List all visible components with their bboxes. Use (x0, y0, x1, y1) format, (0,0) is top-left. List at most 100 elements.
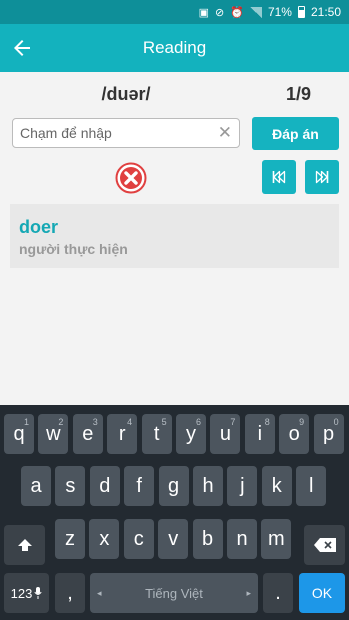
numbers-key-label: 123 (10, 585, 33, 601)
key-label: e (82, 422, 94, 445)
previous-button[interactable] (262, 160, 296, 194)
key-s[interactable]: s (55, 466, 86, 506)
numbers-key[interactable]: 123 (4, 573, 49, 613)
skip-previous-icon (272, 170, 286, 184)
key-label: c (133, 527, 144, 550)
answer-input-box: ✕ (12, 118, 240, 148)
space-left-arrow-icon: ◂ (97, 587, 102, 598)
show-answer-button[interactable]: Đáp án (252, 117, 339, 150)
clock: 21:50 (310, 5, 341, 19)
page-title: Reading (142, 38, 207, 57)
key-label: y (186, 422, 196, 445)
space-right-arrow-icon: ▸ (246, 587, 251, 598)
battery-icon (297, 6, 305, 18)
question-counter: 1/9 (285, 84, 311, 104)
key-label: k (271, 474, 282, 497)
clear-icon[interactable]: ✕ (218, 123, 232, 143)
key-label: f (136, 474, 142, 497)
key-number-hint: 4 (127, 417, 133, 427)
on-screen-keyboard: 123 , ◂ Tiếng Việt ▸ . OK q1w2e3r4t5y6u7… (0, 405, 349, 620)
shift-key[interactable] (4, 525, 45, 565)
key-number-hint: 0 (333, 417, 339, 427)
key-number-hint: 2 (58, 417, 64, 427)
answer-word: doer (19, 217, 59, 237)
key-n[interactable]: n (227, 519, 257, 559)
key-label: b (202, 527, 214, 550)
key-label: h (202, 474, 214, 497)
answer-meaning: người thực hiện (19, 241, 128, 257)
key-f[interactable]: f (124, 466, 155, 506)
key-v[interactable]: v (158, 519, 189, 559)
key-k[interactable]: k (261, 466, 292, 506)
key-t[interactable]: t5 (141, 414, 172, 454)
key-label: m (268, 527, 285, 550)
key-label: a (30, 474, 42, 497)
key-number-hint: 6 (195, 417, 201, 427)
key-a[interactable]: a (21, 466, 51, 506)
wrong-answer-icon (115, 162, 147, 194)
key-label: p (323, 422, 335, 445)
period-key-label: . (275, 581, 281, 604)
key-label: x (99, 527, 110, 550)
space-key-label: Tiếng Việt (145, 585, 203, 601)
key-h[interactable]: h (193, 466, 223, 506)
key-y[interactable]: y6 (176, 414, 206, 454)
shift-icon (17, 539, 32, 551)
key-number-hint: 7 (230, 417, 236, 427)
backspace-icon (313, 538, 336, 552)
key-label: q (13, 422, 25, 445)
key-d[interactable]: d (89, 466, 120, 506)
ok-key[interactable]: OK (299, 573, 345, 613)
key-number-hint: 5 (161, 417, 167, 427)
key-number-hint: 3 (92, 417, 98, 427)
key-u[interactable]: u7 (210, 414, 241, 454)
key-label: u (219, 422, 231, 445)
answer-card: doer người thực hiện (10, 204, 339, 268)
key-m[interactable]: m (261, 519, 292, 559)
key-j[interactable]: j (227, 466, 258, 506)
key-r[interactable]: r4 (107, 414, 138, 454)
key-c[interactable]: c (123, 519, 154, 559)
alarm-icon: ⏰ (230, 6, 244, 19)
next-button[interactable] (305, 160, 339, 194)
key-label: g (168, 474, 180, 497)
key-i[interactable]: i8 (244, 414, 275, 454)
key-label: o (288, 422, 300, 445)
ok-key-label: OK (311, 585, 333, 601)
key-number-hint: 9 (299, 417, 305, 427)
key-label: n (236, 527, 248, 550)
key-number-hint: 8 (264, 417, 270, 427)
app-bar: Reading (0, 24, 349, 72)
period-key[interactable]: . (263, 573, 293, 613)
backspace-key[interactable] (304, 525, 345, 565)
phonetic-text: /duər/ (101, 84, 151, 104)
key-z[interactable]: z (55, 519, 85, 559)
key-label: z (65, 527, 75, 550)
key-label: j (240, 474, 245, 497)
key-label: t (153, 422, 160, 445)
mic-icon (34, 587, 42, 599)
battery-percent: 71% (267, 5, 292, 19)
answer-input[interactable] (13, 119, 203, 147)
skip-next-icon (315, 170, 329, 184)
back-arrow-icon[interactable] (10, 36, 34, 60)
signal-icon (249, 6, 262, 18)
key-label: i (257, 422, 263, 445)
key-label: l (308, 474, 314, 497)
key-label: s (65, 474, 76, 497)
key-p[interactable]: p0 (313, 414, 344, 454)
comma-key[interactable]: , (55, 573, 85, 613)
key-o[interactable]: o9 (279, 414, 310, 454)
key-l[interactable]: l (296, 466, 327, 506)
key-e[interactable]: e3 (72, 414, 103, 454)
vibrate-icon: ⊘ (215, 6, 225, 19)
key-w[interactable]: w2 (38, 414, 69, 454)
key-g[interactable]: g (158, 466, 189, 506)
key-q[interactable]: q1 (4, 414, 34, 454)
key-b[interactable]: b (192, 519, 223, 559)
space-key[interactable]: ◂ Tiếng Việt ▸ (90, 573, 258, 613)
notification-icon: ▣ (198, 6, 210, 19)
comma-key-label: , (67, 581, 73, 604)
key-x[interactable]: x (89, 519, 120, 559)
key-number-hint: 1 (23, 417, 29, 427)
